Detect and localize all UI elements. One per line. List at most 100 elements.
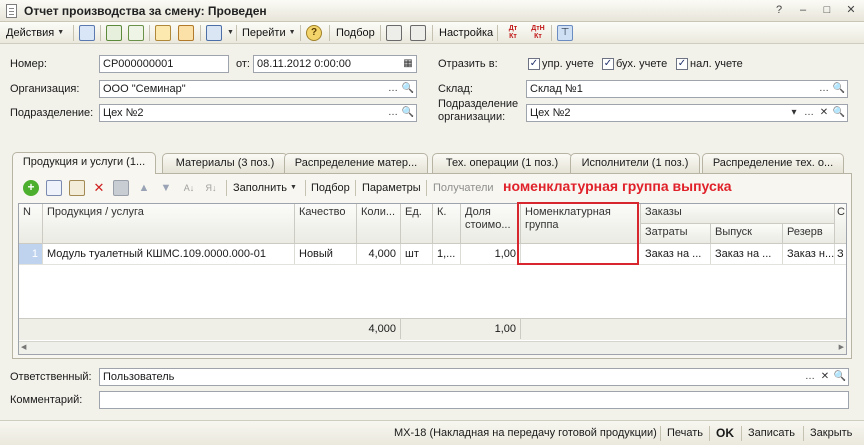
row-number-cell[interactable]: 1 [19, 244, 43, 264]
dtn-kt-icon[interactable]: ДтН Кт [530, 25, 546, 41]
move-down-icon[interactable]: ▼ [158, 180, 174, 196]
main-toolbar: Действия ▼ ▼ Перейти ▼ ? Подбор Настройка … [0, 22, 864, 44]
unpost-document-icon[interactable] [178, 25, 194, 41]
copy-row-icon[interactable] [46, 180, 62, 196]
copy-icon[interactable] [128, 25, 144, 41]
recipients-button[interactable]: Получатели [433, 180, 494, 196]
structure-icon[interactable] [410, 25, 426, 41]
qty-cell[interactable]: 4,000 [357, 244, 401, 264]
col-header-orders[interactable]: Заказы [641, 204, 835, 224]
print-form-link[interactable]: МХ-18 (Накладная на передачу готовой про… [394, 426, 657, 440]
col-header-k[interactable]: К. [433, 204, 461, 244]
dots-icon[interactable]: … [386, 105, 400, 121]
department-field[interactable]: Цех №2 … 🔍 [99, 104, 417, 122]
horizontal-scrollbar[interactable]: ◀ ▶ [19, 341, 846, 354]
settings-button[interactable]: Настройка [439, 25, 493, 41]
search-icon[interactable]: 🔍 [833, 369, 847, 385]
dots-icon[interactable]: … [386, 81, 400, 97]
search-icon[interactable]: 🔍 [401, 81, 415, 97]
col-header-n[interactable]: N [19, 204, 43, 244]
org-department-field[interactable]: Цех №2 ▾ … ✕ 🔍 [526, 104, 848, 122]
refresh-icon[interactable] [106, 25, 122, 41]
fill-menu[interactable]: Заполнить ▼ [233, 180, 297, 196]
dots-icon[interactable]: … [802, 105, 816, 121]
col-header-extra[interactable]: С [835, 204, 846, 244]
dropdown-icon[interactable]: ▾ [787, 105, 801, 121]
col-header-product[interactable]: Продукция / услуга [43, 204, 295, 244]
tab-products[interactable]: Продукция и услуги (1... [12, 152, 156, 174]
col-header-unit[interactable]: Ед. [401, 204, 433, 244]
col-header-reserve[interactable]: Резерв ... [783, 224, 835, 244]
product-cell[interactable]: Модуль туалетный КШМС.109.0000.000-01 [43, 244, 295, 264]
scroll-right-icon[interactable]: ▶ [839, 343, 844, 351]
new-document-icon[interactable] [79, 25, 95, 41]
window-title: Отчет производства за смену: Проведен [24, 4, 267, 18]
clear-icon[interactable]: ✕ [817, 105, 831, 121]
sort-asc-icon[interactable]: A↓ [181, 180, 197, 196]
tab-tech-operations[interactable]: Тех. операции (1 поз.) [432, 153, 572, 173]
tab-materials-distribution[interactable]: Распределение матер... [284, 153, 428, 173]
help-icon[interactable]: ? [306, 25, 322, 41]
search-icon[interactable]: 🔍 [401, 105, 415, 121]
maximize-button[interactable]: □ [818, 3, 836, 18]
bookkeeping-checkbox[interactable]: ✓ [602, 58, 614, 70]
responsible-field[interactable]: Пользователь … ✕ 🔍 [99, 368, 849, 386]
tab-materials[interactable]: Материалы (3 поз.) [162, 153, 288, 173]
ok-button[interactable]: OK [716, 426, 734, 440]
move-up-icon[interactable]: ▲ [136, 180, 152, 196]
based-on-icon[interactable] [206, 25, 222, 41]
search-icon[interactable]: 🔍 [832, 105, 846, 121]
dots-icon[interactable]: … [803, 369, 817, 385]
organization-field[interactable]: ООО "Семинар" … 🔍 [99, 80, 417, 98]
tab-performers[interactable]: Исполнители (1 поз.) [570, 153, 700, 173]
params-button[interactable]: Параметры [362, 180, 421, 196]
edit-row-icon[interactable] [69, 180, 85, 196]
tax-accounting-checkbox[interactable]: ✓ [676, 58, 688, 70]
tab-tech-distribution[interactable]: Распределение тех. о... [702, 153, 844, 173]
costs-order-cell[interactable]: Заказ на ... [641, 244, 711, 264]
close-button[interactable]: Закрыть [810, 426, 852, 440]
panel-selection-button[interactable]: Подбор [311, 180, 350, 196]
toolbar-divider [426, 180, 427, 196]
save-button[interactable]: Записать [748, 426, 795, 440]
cost-share-cell[interactable]: 1,00 [461, 244, 521, 264]
warehouse-field[interactable]: Склад №1 … 🔍 [526, 80, 848, 98]
close-window-button[interactable]: ✕ [842, 3, 860, 18]
calendar-icon[interactable]: ▦ [401, 56, 415, 72]
extra-cell[interactable]: З [835, 244, 846, 264]
col-header-qty[interactable]: Коли... [357, 204, 401, 244]
scroll-left-icon[interactable]: ◀ [21, 343, 26, 351]
end-edit-icon[interactable] [113, 180, 129, 196]
output-order-cell[interactable]: Заказ на ... [711, 244, 783, 264]
search-icon[interactable]: 🔍 [832, 81, 846, 97]
delete-row-icon[interactable]: ✕ [91, 180, 107, 196]
quality-cell[interactable]: Новый [295, 244, 357, 264]
comment-field[interactable] [99, 391, 849, 409]
number-field[interactable]: СР000000001 [99, 55, 229, 73]
post-document-icon[interactable] [155, 25, 171, 41]
help-window-button[interactable]: ? [770, 3, 788, 18]
mgmt-accounting-checkbox[interactable]: ✓ [528, 58, 540, 70]
col-header-output[interactable]: Выпуск [711, 224, 783, 244]
dots-icon[interactable]: … [817, 81, 831, 97]
unit-cell[interactable]: шт [401, 244, 433, 264]
print-button[interactable]: Печать [667, 426, 703, 440]
dt-kt-icon[interactable]: Дт Кт [505, 25, 521, 41]
actions-menu[interactable]: Действия ▼ [6, 25, 64, 41]
add-row-icon[interactable]: + [23, 180, 39, 196]
col-header-costs[interactable]: Затраты [641, 224, 711, 244]
col-header-cost-share[interactable]: Доля стоимо... [461, 204, 521, 244]
k-cell[interactable]: 1,... [433, 244, 461, 264]
col-header-quality[interactable]: Качество [295, 204, 357, 244]
reserve-order-cell[interactable]: Заказ н... [783, 244, 835, 264]
list-view-icon[interactable] [386, 25, 402, 41]
selection-button[interactable]: Подбор [336, 25, 375, 41]
goto-menu[interactable]: Перейти ▼ [242, 25, 296, 41]
caret-down-icon[interactable]: ▼ [227, 29, 234, 36]
sort-desc-icon[interactable]: Я↓ [203, 180, 219, 196]
structure-subordination-icon[interactable]: ⊤ [557, 25, 573, 41]
table-row[interactable]: 1 Модуль туалетный КШМС.109.0000.000-01 … [19, 244, 846, 265]
date-field[interactable]: 08.11.2012 0:00:00 ▦ [253, 55, 417, 73]
clear-icon[interactable]: ✕ [818, 369, 832, 385]
minimize-button[interactable]: – [794, 3, 812, 18]
